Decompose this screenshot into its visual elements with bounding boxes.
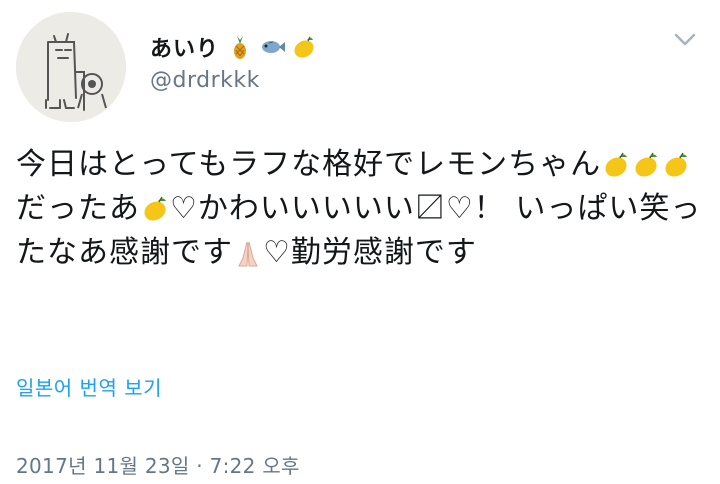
tweet-text-part-1: 今日はとってもラフな格好でレモンちゃん	[16, 147, 602, 182]
lemon-icon	[631, 150, 661, 180]
avatar[interactable]	[16, 12, 126, 122]
tweet-text-part-2: だったあ	[16, 191, 140, 226]
translate-link[interactable]: 일본어 번역 보기	[16, 372, 162, 401]
tweet-text: 今日はとってもラフな格好でレモンちゃん だったあ ♡かわいいいいい〼♡！ いっぱい笑…	[16, 143, 706, 275]
lemon-icon	[661, 150, 691, 180]
lemon-icon	[140, 194, 170, 224]
tweet-text-part-5: ♡勤労感謝です	[263, 235, 477, 270]
lemon-icon	[291, 34, 317, 60]
timestamp[interactable]: 2017년 11월 23일 · 7:22 오후	[16, 450, 300, 479]
tweet-text-part-3: ♡かわいいいいい	[170, 191, 415, 226]
fish-icon	[259, 34, 286, 60]
user-handle[interactable]: @drdrkkk	[150, 68, 323, 93]
lemon-icon	[601, 150, 631, 180]
tweet-card: あいり @drdrkkk 今日はとってもラフな格好でレモンちゃん だったあ ♡か…	[0, 0, 720, 484]
name-row: あいり	[150, 30, 323, 64]
folded-hands-icon	[233, 238, 263, 268]
display-name[interactable]: あいり	[150, 31, 219, 63]
pineapple-icon	[227, 34, 253, 60]
author-block: あいり @drdrkkk	[150, 30, 323, 93]
avatar-drawing	[16, 12, 126, 122]
chevron-down-icon[interactable]	[672, 30, 698, 50]
